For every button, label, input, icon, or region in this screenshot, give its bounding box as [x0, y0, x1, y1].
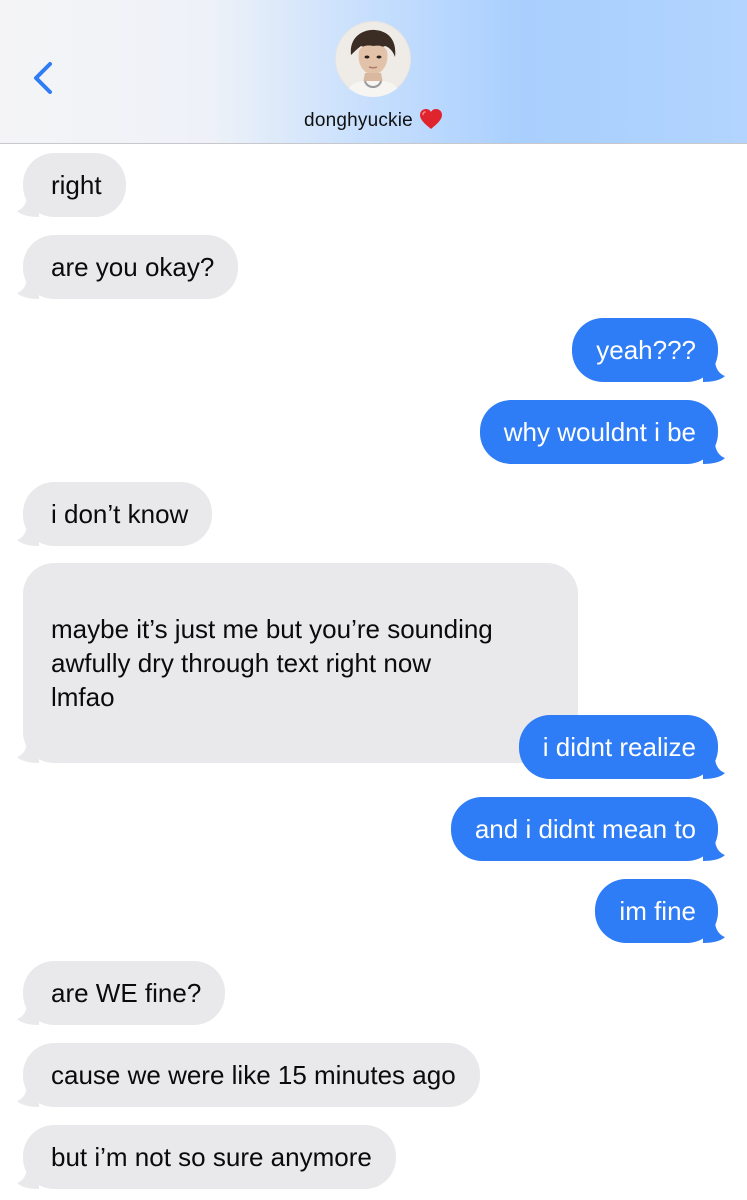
bubble-tail — [703, 442, 725, 464]
message-bubble-outgoing[interactable]: i didnt realize — [518, 715, 725, 779]
chevron-left-icon — [34, 62, 52, 94]
message-text: are WE fine? — [51, 978, 202, 1008]
message-text: cause we were like 15 minutes ago — [51, 1060, 456, 1090]
message-bubble-outgoing[interactable]: yeah??? — [572, 318, 725, 382]
bubble-tail — [703, 839, 725, 861]
message-text: but i’m not so sure anymore — [51, 1142, 372, 1172]
message-bubble-incoming[interactable]: but i’m not so sure anymore — [17, 1125, 396, 1189]
bubble-tail — [17, 1085, 39, 1107]
bubble-tail — [17, 1003, 39, 1025]
bubble-tail — [703, 757, 725, 779]
bubble-tail — [17, 1167, 39, 1189]
bubble-tail — [17, 741, 39, 763]
message-bubble-incoming[interactable]: are WE fine? — [17, 961, 226, 1025]
contact-name-label: donghyuckie — [304, 110, 413, 131]
message-text: i didnt realize — [542, 732, 696, 762]
message-text: and i didnt mean to — [474, 814, 696, 844]
chat-header: donghyuckie — [0, 0, 747, 144]
message-text: im fine — [619, 896, 696, 926]
message-text: maybe it’s just me but you’re sounding a… — [51, 614, 493, 712]
back-button[interactable] — [28, 56, 60, 100]
message-text: why wouldnt i be — [503, 417, 696, 447]
message-bubble-outgoing[interactable]: im fine — [595, 879, 725, 943]
message-text: yeah??? — [596, 335, 696, 365]
message-text: are you okay? — [51, 252, 215, 282]
message-bubble-incoming[interactable]: maybe it’s just me but you’re sounding a… — [17, 563, 578, 763]
bubble-tail — [17, 195, 39, 217]
message-bubble-incoming[interactable]: right — [17, 153, 126, 217]
bubble-tail — [703, 921, 725, 943]
message-bubble-incoming[interactable]: i don’t know — [17, 482, 213, 546]
bubble-tail — [703, 360, 725, 382]
bubble-tail — [17, 277, 39, 299]
contact-name[interactable]: donghyuckie — [0, 108, 747, 136]
heart-icon — [419, 108, 443, 136]
message-bubble-outgoing[interactable]: why wouldnt i be — [479, 400, 725, 464]
message-bubble-outgoing[interactable]: and i didnt mean to — [450, 797, 725, 861]
message-bubble-incoming[interactable]: cause we were like 15 minutes ago — [17, 1043, 480, 1107]
message-text: i don’t know — [51, 499, 189, 529]
message-bubble-incoming[interactable]: are you okay? — [17, 235, 239, 299]
avatar-image — [335, 21, 411, 97]
message-text: right — [51, 170, 102, 200]
bubble-tail — [17, 524, 39, 546]
contact-avatar[interactable] — [335, 21, 411, 97]
